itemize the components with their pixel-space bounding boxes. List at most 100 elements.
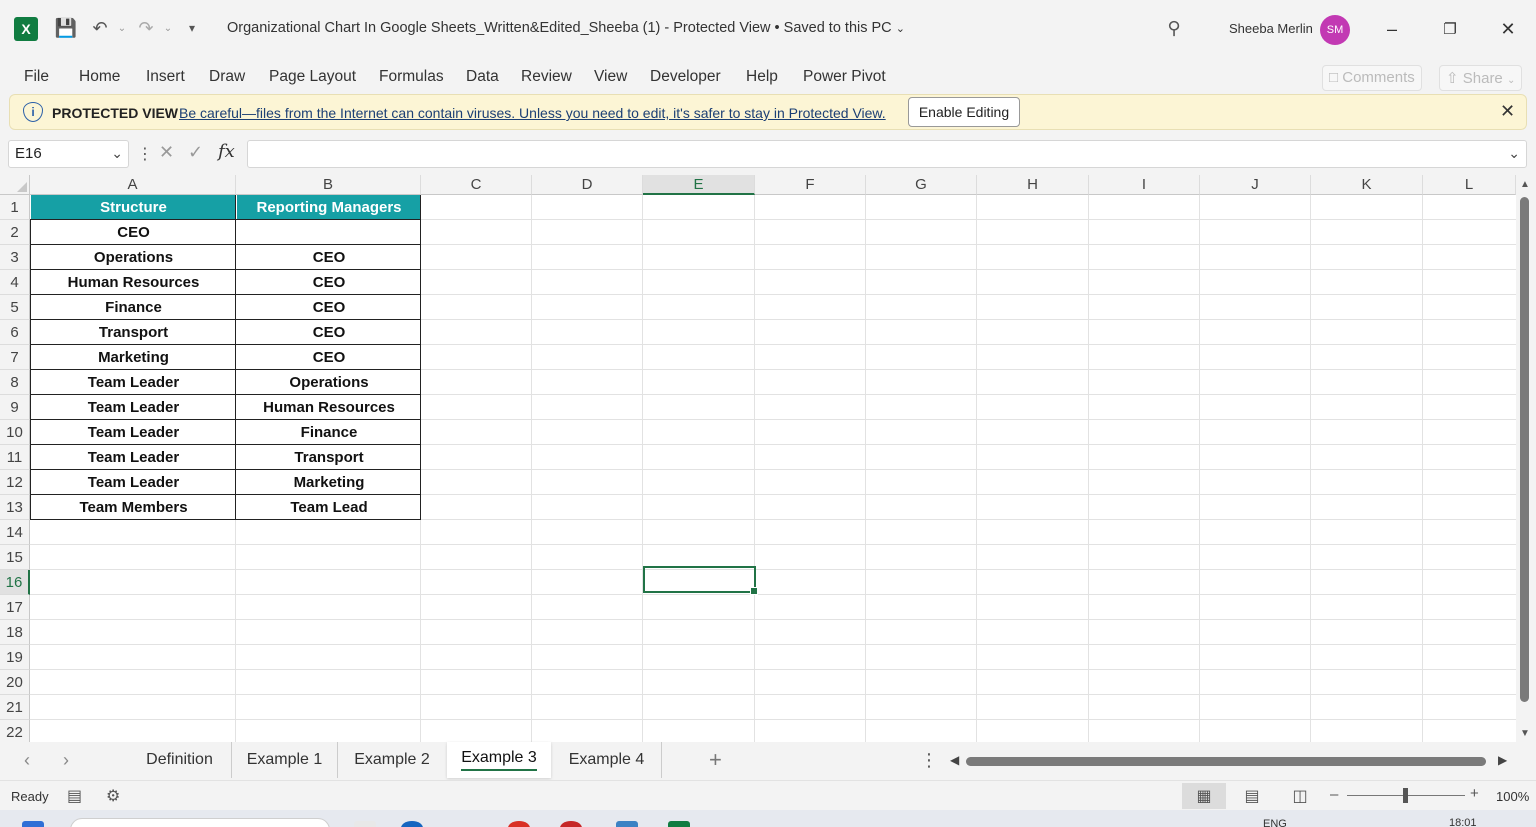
scroll-right-icon[interactable]: ▶ (1498, 753, 1507, 767)
table-cell[interactable]: Marketing (237, 470, 421, 494)
sheet-tab-example-3[interactable]: Example 3 (447, 742, 551, 778)
more-options-icon[interactable]: ⋮ (137, 144, 153, 164)
column-header-a[interactable]: A (30, 175, 236, 195)
row-header-11[interactable]: 11 (0, 445, 30, 470)
column-header-f[interactable]: F (755, 175, 866, 195)
tab-file[interactable]: File (24, 68, 49, 86)
table-header-cell[interactable]: Structure (31, 195, 236, 219)
column-header-k[interactable]: K (1311, 175, 1423, 195)
table-cell[interactable]: CEO (237, 295, 421, 319)
table-cell[interactable]: CEO (31, 220, 236, 244)
vertical-scrollbar[interactable]: ▲ ▼ (1516, 175, 1536, 742)
table-cell[interactable]: Team Lead (237, 495, 421, 519)
row-header-6[interactable]: 6 (0, 320, 30, 345)
column-header-l[interactable]: L (1423, 175, 1516, 195)
edge-icon[interactable] (401, 821, 423, 827)
row-header-7[interactable]: 7 (0, 345, 30, 370)
table-cell[interactable]: Team Members (31, 495, 236, 519)
cancel-icon[interactable]: ✕ (159, 142, 174, 163)
scroll-down-icon[interactable]: ▼ (1520, 728, 1530, 739)
table-cell[interactable]: Team Leader (31, 420, 236, 444)
scroll-up-icon[interactable]: ▲ (1520, 179, 1530, 190)
zoom-in-icon[interactable]: + (1470, 785, 1479, 802)
table-cell[interactable]: CEO (237, 320, 421, 344)
column-header-d[interactable]: D (532, 175, 643, 195)
restore-icon[interactable]: ❐ (1435, 14, 1465, 44)
search-icon[interactable]: ⚲ (1162, 16, 1186, 40)
selected-cell-e16[interactable] (643, 566, 758, 595)
column-header-j[interactable]: J (1200, 175, 1311, 195)
row-header-12[interactable]: 12 (0, 470, 30, 495)
row-header-22[interactable]: 22 (0, 720, 30, 742)
column-header-i[interactable]: I (1089, 175, 1200, 195)
table-cell[interactable]: Transport (31, 320, 236, 344)
customize-toolbar-icon[interactable]: ▾ (180, 16, 204, 40)
table-cell[interactable]: Operations (237, 370, 421, 394)
tab-draw[interactable]: Draw (209, 68, 245, 86)
taskbar-search[interactable] (70, 818, 330, 827)
table-cell[interactable]: CEO (237, 245, 421, 269)
row-header-16[interactable]: 16 (0, 570, 30, 595)
column-header-b[interactable]: B (236, 175, 421, 195)
table-cell[interactable]: Team Leader (31, 370, 236, 394)
tab-insert[interactable]: Insert (146, 68, 185, 86)
language-indicator[interactable]: ENG (1263, 818, 1287, 827)
row-header-9[interactable]: 9 (0, 395, 30, 420)
chevron-right-icon[interactable]: › (63, 750, 69, 771)
row-header-13[interactable]: 13 (0, 495, 30, 520)
document-title[interactable]: Organizational Chart In Google Sheets_Wr… (227, 20, 905, 36)
row-header-18[interactable]: 18 (0, 620, 30, 645)
tab-developer[interactable]: Developer (650, 68, 721, 86)
table-cell[interactable]: Human Resources (31, 270, 236, 294)
macro-recording-icon[interactable]: ⚙ (106, 786, 120, 806)
formula-input[interactable]: ⌄ (247, 140, 1527, 168)
select-all-corner[interactable] (0, 175, 30, 195)
row-header-5[interactable]: 5 (0, 295, 30, 320)
horizontal-scroll-thumb[interactable] (966, 757, 1486, 766)
chrome-icon[interactable] (508, 821, 530, 827)
table-cell[interactable]: Transport (237, 445, 421, 469)
row-header-19[interactable]: 19 (0, 645, 30, 670)
column-header-g[interactable]: G (866, 175, 977, 195)
column-header-h[interactable]: H (977, 175, 1089, 195)
tab-formulas[interactable]: Formulas (379, 68, 444, 86)
tab-help[interactable]: Help (746, 68, 778, 86)
close-icon[interactable]: ✕ (1500, 101, 1515, 122)
name-box[interactable]: E16 ⌄ (8, 140, 129, 168)
table-cell[interactable]: Finance (31, 295, 236, 319)
undo-dropdown-icon[interactable]: ⌄ (110, 16, 134, 40)
spreadsheet-grid[interactable]: ABCDEFGHIJKL 1 2 3 4 5 6 7 8 9 10 11 12 13 14 15 16 17 18… (0, 175, 1516, 742)
undo-icon[interactable]: ↶ (88, 16, 112, 40)
row-header-20[interactable]: 20 (0, 670, 30, 695)
table-cell[interactable]: Team Leader (31, 470, 236, 494)
row-header-15[interactable]: 15 (0, 545, 30, 570)
table-header-cell[interactable]: Reporting Managers (237, 195, 421, 219)
row-header-4[interactable]: 4 (0, 270, 30, 295)
task-view-icon[interactable] (354, 821, 376, 827)
check-icon[interactable]: ✓ (188, 142, 203, 163)
clock[interactable]: 18:01 (1449, 817, 1477, 827)
table-cell[interactable]: Finance (237, 420, 421, 444)
protected-view-message-link[interactable]: Be careful—files from the Internet can c… (179, 105, 886, 121)
sheet-tab-example-1[interactable]: Example 1 (232, 742, 338, 778)
table-cell[interactable]: Human Resources (237, 395, 421, 419)
more-options-icon[interactable]: ⋮ (920, 750, 938, 771)
tab-review[interactable]: Review (521, 68, 572, 86)
sheet-tab-example-4[interactable]: Example 4 (552, 742, 662, 778)
start-icon[interactable] (22, 821, 44, 827)
row-header-21[interactable]: 21 (0, 695, 30, 720)
zoom-level[interactable]: 100% (1496, 789, 1529, 804)
table-cell[interactable]: CEO (237, 270, 421, 294)
chevron-down-icon[interactable]: ⌄ (111, 145, 123, 162)
excel-taskbar-icon[interactable] (668, 821, 690, 827)
app-icon[interactable] (560, 821, 582, 827)
table-cell[interactable]: Marketing (31, 345, 236, 369)
page-layout-view-icon[interactable]: ▤ (1230, 783, 1274, 809)
tab-data[interactable]: Data (466, 68, 499, 86)
add-sheet-icon[interactable]: + (709, 747, 722, 773)
row-header-1[interactable]: 1 (0, 195, 30, 220)
tab-page-layout[interactable]: Page Layout (269, 68, 356, 86)
avatar[interactable]: SM (1320, 15, 1350, 45)
row-header-3[interactable]: 3 (0, 245, 30, 270)
file-explorer-icon[interactable] (616, 821, 638, 827)
